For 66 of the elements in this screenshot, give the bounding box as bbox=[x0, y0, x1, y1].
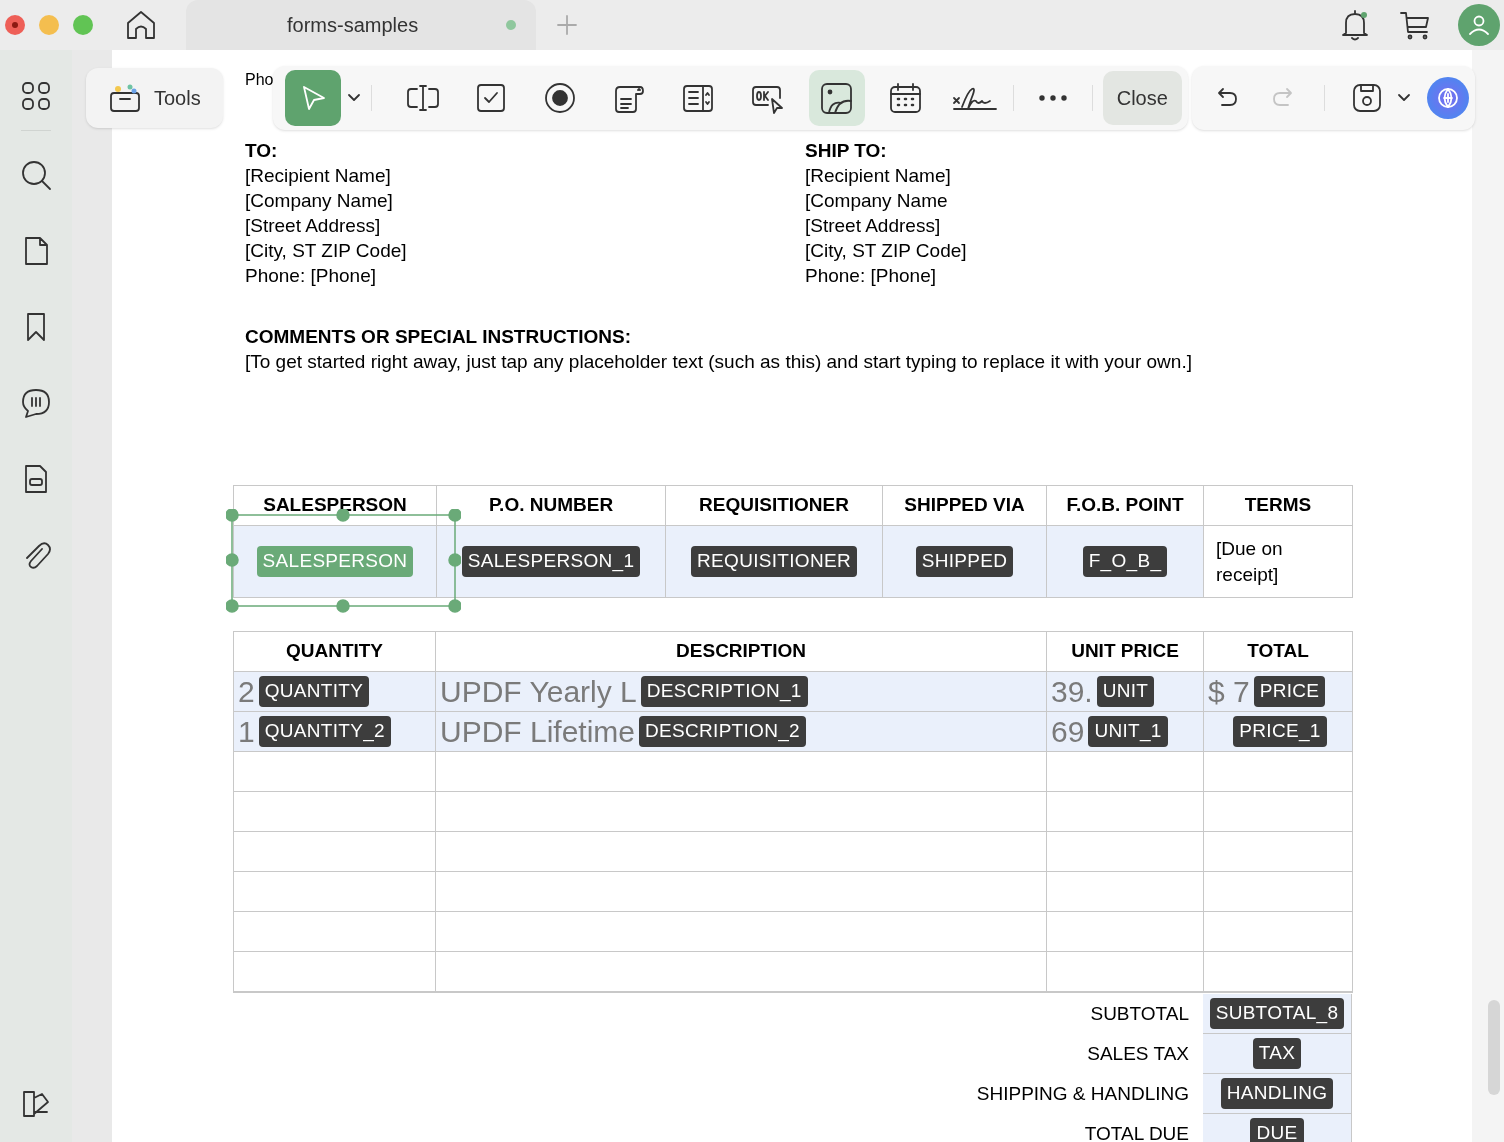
column-header: TERMS bbox=[1204, 486, 1353, 526]
total-label: TOTAL DUE bbox=[1084, 1121, 1189, 1142]
comment-icon[interactable] bbox=[20, 387, 52, 419]
caret-icon[interactable] bbox=[1396, 93, 1411, 103]
close-window-button[interactable] bbox=[5, 15, 25, 35]
field-tag[interactable]: TAX bbox=[1252, 1038, 1302, 1069]
field-tag[interactable]: DUE bbox=[1250, 1118, 1304, 1142]
caret-icon[interactable] bbox=[346, 93, 361, 103]
table-cell-text: [Due on receipt] bbox=[1216, 536, 1284, 587]
address-line: [City, ST ZIP Code] bbox=[805, 239, 968, 263]
total-label: SHIPPING & HANDLING bbox=[976, 1081, 1189, 1106]
image-tool[interactable] bbox=[808, 70, 865, 126]
address-heading: SHIP TO: bbox=[805, 139, 888, 163]
field-tag[interactable]: PRICE_1 bbox=[1233, 716, 1327, 747]
address-line: Phone: [Phone] bbox=[245, 264, 377, 288]
field-tag[interactable]: SHIPPED bbox=[915, 546, 1014, 577]
total-label: SALES TAX bbox=[1087, 1041, 1189, 1066]
field-tag[interactable]: QUANTITY bbox=[258, 676, 370, 707]
field-value: UPDF Yearly L bbox=[440, 676, 637, 707]
address-line: [City, ST ZIP Code] bbox=[245, 239, 408, 263]
address-line: [Street Address] bbox=[245, 214, 382, 238]
save-icon[interactable] bbox=[1350, 82, 1383, 114]
field-tag[interactable]: DESCRIPTION_1 bbox=[640, 676, 808, 707]
field-value: 1 bbox=[238, 716, 255, 747]
selection-handles[interactable] bbox=[226, 509, 461, 613]
field-tag[interactable]: SALESPERSON_1 bbox=[461, 546, 641, 577]
section-heading: COMMENTS OR SPECIAL INSTRUCTIONS: bbox=[245, 325, 632, 349]
address-heading: TO: bbox=[245, 139, 279, 163]
apps-icon[interactable] bbox=[20, 80, 52, 112]
field-tag[interactable]: DESCRIPTION_2 bbox=[639, 716, 806, 747]
field-value: 69 bbox=[1051, 716, 1085, 747]
address-line: [Company Name] bbox=[245, 189, 394, 213]
address-line: [Company Name bbox=[805, 189, 949, 213]
field-tag[interactable]: PRICE bbox=[1253, 676, 1326, 707]
instructions-text: [To get started right away, just tap any placeholder text (such as this) and start typing to replace it with your own.] bbox=[245, 350, 1193, 374]
total-label: SUBTOTAL bbox=[1090, 1001, 1189, 1026]
search-icon[interactable] bbox=[20, 159, 52, 191]
tools-button[interactable]: Tools bbox=[86, 68, 223, 128]
address-line: [Recipient Name] bbox=[245, 164, 392, 188]
ai-assistant-button[interactable] bbox=[1426, 77, 1469, 119]
field-value: 2 bbox=[238, 676, 255, 707]
toolbox-icon bbox=[108, 82, 142, 114]
field-tag[interactable]: QUANTITY_2 bbox=[258, 716, 391, 747]
home-icon[interactable] bbox=[124, 8, 158, 42]
field-value: UPDF Lifetime bbox=[440, 716, 636, 747]
calendar-icon bbox=[888, 81, 924, 115]
field-value: $ 7 bbox=[1208, 676, 1250, 707]
field-tag[interactable]: F_O_B_ bbox=[1082, 546, 1168, 577]
field-tag[interactable]: HANDLING bbox=[1220, 1078, 1334, 1109]
document-tab[interactable]: forms-samples bbox=[186, 0, 536, 50]
field-tag[interactable]: UNIT bbox=[1096, 676, 1155, 707]
field-value: 39. bbox=[1051, 676, 1093, 707]
avatar[interactable] bbox=[1458, 4, 1500, 46]
close-button[interactable]: Close bbox=[1102, 71, 1182, 125]
address-line: [Street Address] bbox=[805, 214, 942, 238]
document-text: Pho bbox=[245, 71, 274, 88]
more-icon[interactable] bbox=[1037, 94, 1068, 102]
field-tag[interactable]: REQUISITIONER bbox=[691, 546, 857, 577]
field-tag[interactable]: UNIT_1 bbox=[1088, 716, 1168, 747]
address-line: Phone: [Phone] bbox=[805, 264, 937, 288]
field-tag[interactable]: SUBTOTAL_8 bbox=[1209, 998, 1345, 1029]
address-line: [Recipient Name] bbox=[805, 164, 952, 188]
pointer-tool[interactable] bbox=[284, 70, 341, 126]
image-icon bbox=[819, 81, 855, 115]
person-icon bbox=[1468, 14, 1490, 36]
scrollbar[interactable] bbox=[1488, 1000, 1500, 1095]
